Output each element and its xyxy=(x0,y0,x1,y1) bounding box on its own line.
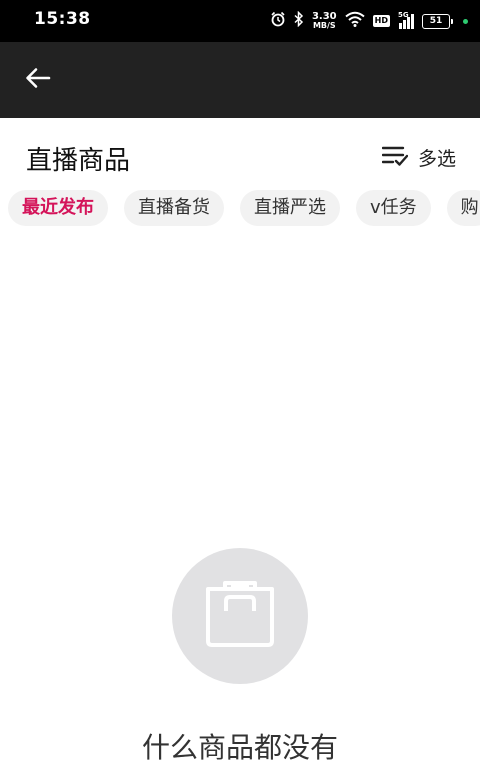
net-speed: 3.30 MB/S xyxy=(311,11,337,30)
status-icons: 3.30 MB/S HD 5G 51 xyxy=(270,10,468,31)
status-time: 15:38 xyxy=(34,9,91,29)
shopping-bag-icon xyxy=(202,581,278,651)
status-bar: 15:38 3.30 MB/S HD 5G 51 xyxy=(0,0,480,42)
chip-v-task[interactable]: v任务 xyxy=(356,190,431,226)
back-button[interactable] xyxy=(20,64,56,96)
alarm-icon xyxy=(270,11,286,31)
multi-select-button[interactable]: 多选 xyxy=(381,144,456,171)
toolbar xyxy=(0,42,480,118)
page-title: 直播商品 xyxy=(26,146,131,176)
arrow-left-icon xyxy=(25,67,51,93)
filter-chips: 最近发布 直播备货 直播严选 v任务 购 xyxy=(8,190,480,226)
bluetooth-icon xyxy=(294,10,304,31)
signal-icon: 5G xyxy=(398,11,414,29)
battery-icon: 51 xyxy=(422,13,453,29)
chip-live-stock[interactable]: 直播备货 xyxy=(124,190,224,226)
chip-buy[interactable]: 购 xyxy=(446,190,480,226)
empty-state-message: 什么商品都没有 xyxy=(141,731,338,764)
chip-recent[interactable]: 最近发布 xyxy=(8,190,108,226)
privacy-indicator-dot xyxy=(463,18,468,24)
empty-state-illustration xyxy=(172,548,308,684)
header-row: 直播商品 多选 xyxy=(0,118,480,194)
wifi-icon xyxy=(345,11,365,31)
checklist-icon xyxy=(381,145,409,171)
chip-live-selected[interactable]: 直播严选 xyxy=(240,190,340,226)
multi-select-label: 多选 xyxy=(417,148,456,170)
hd-icon: HD xyxy=(372,15,390,27)
